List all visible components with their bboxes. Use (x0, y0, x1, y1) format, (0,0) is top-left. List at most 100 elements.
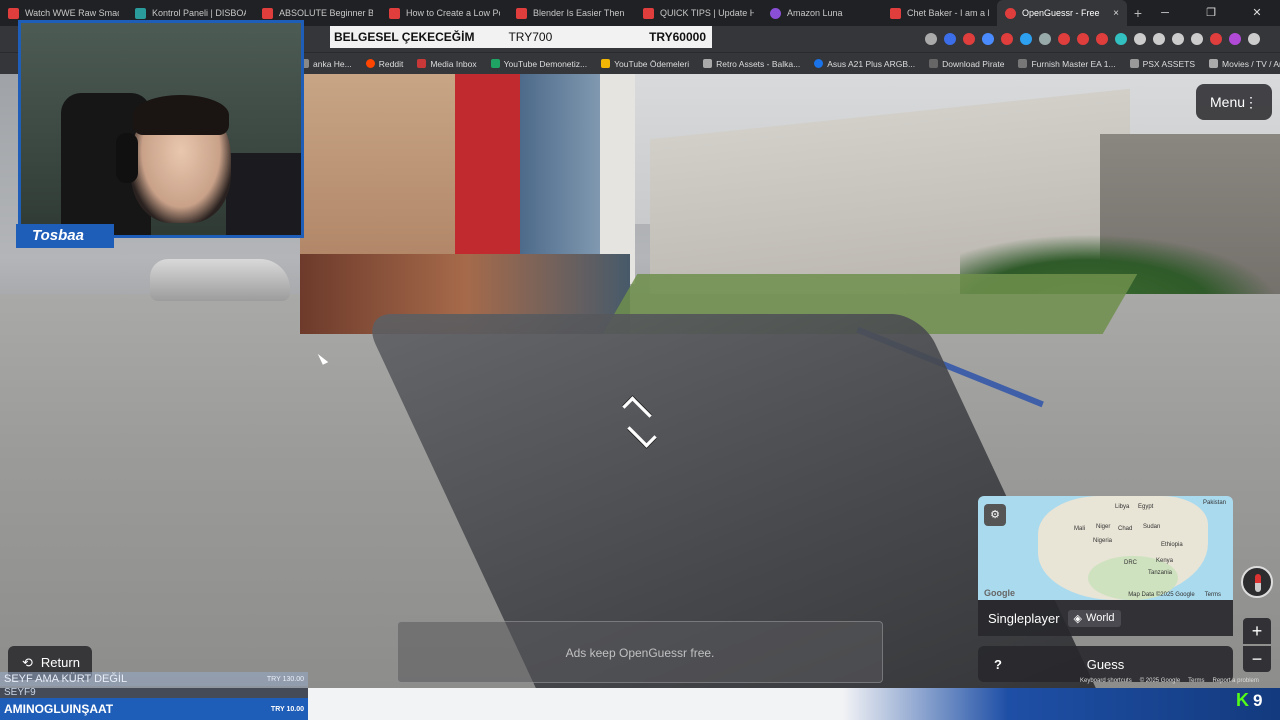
extension-icon[interactable] (982, 33, 994, 45)
extension-icon[interactable] (1153, 33, 1165, 45)
map-label: Tanzania (1148, 570, 1173, 576)
sheets-icon (490, 59, 500, 68)
region-badge[interactable]: ◈ World (1067, 609, 1121, 627)
menu-button[interactable]: Menu ⋮ (1196, 84, 1272, 120)
extension-icon[interactable] (944, 33, 956, 45)
guess-minimap[interactable]: Libya Egypt Mali Niger Chad Sudan Nigeri… (978, 496, 1233, 600)
return-icon: ⟲ (22, 655, 33, 670)
map-label: Pakistan (1203, 500, 1227, 506)
map-label: Kenya (1156, 558, 1174, 564)
extension-icon[interactable] (1210, 33, 1222, 45)
map-label: DRC (1124, 560, 1137, 566)
keyboard-shortcuts-link[interactable]: Keyboard shortcuts (1080, 678, 1132, 684)
bookmark[interactable]: Download Pirate (929, 59, 1004, 69)
reddit-icon (365, 59, 375, 68)
zoom-out-button[interactable]: − (1243, 646, 1271, 672)
bookmark[interactable]: PSX ASSETS (1129, 59, 1195, 69)
mode-label: Singleplayer (988, 610, 1060, 626)
puzzle-icon[interactable] (1134, 33, 1146, 45)
terms-link[interactable]: Terms (1188, 678, 1204, 684)
kick-viewer-count: K 9 (1236, 690, 1263, 710)
map-label: Egypt (1138, 504, 1154, 510)
youtube-icon (643, 7, 654, 19)
bookmark[interactable]: anka He... (300, 59, 352, 69)
luna-icon (770, 7, 781, 19)
bookmark[interactable]: Media Inbox (417, 59, 477, 69)
report-problem-link[interactable]: Report a problem (1213, 678, 1259, 684)
sidebar-icon[interactable] (1191, 33, 1203, 45)
browser-tab[interactable]: QUICK TIPS | Update Hand (635, 0, 762, 26)
extension-icon[interactable] (1020, 33, 1032, 45)
map-label: Sudan (1143, 524, 1161, 530)
extension-icon[interactable] (1077, 33, 1089, 45)
map-footer-links: Keyboard shortcuts © 2025 Google Terms R… (1080, 678, 1259, 684)
layers-icon: ◈ (1073, 612, 1083, 625)
bookmark[interactable]: YouTube Demonetiz... (490, 59, 587, 69)
bookmark[interactable]: Reddit (365, 59, 403, 69)
extension-icon[interactable] (925, 33, 937, 45)
kick-logo-icon: K (1236, 690, 1249, 710)
compass-icon[interactable] (1241, 566, 1273, 598)
map-terms-link[interactable]: Terms (1205, 592, 1221, 598)
minimize-button[interactable]: ─ (1142, 0, 1188, 26)
browser-tab[interactable]: Blender Is Easier Then You (508, 0, 635, 26)
play-icon (1209, 59, 1219, 68)
webcam-feed (18, 20, 304, 238)
building (600, 74, 635, 284)
guess-button[interactable]: Guess (1018, 657, 1233, 672)
extension-icon[interactable] (1096, 33, 1108, 45)
bookmark-icon (703, 59, 713, 68)
openguessr-icon (1005, 7, 1016, 19)
map-label: Nigeria (1093, 538, 1113, 544)
profile-icon[interactable] (1229, 33, 1241, 45)
extension-icon[interactable] (1001, 33, 1013, 45)
map-settings-icon[interactable]: ⚙ (984, 504, 1006, 526)
map-label: Libya (1115, 504, 1130, 510)
browser-tab[interactable]: How to Create a Low Poly (381, 0, 508, 26)
browser-tab-active[interactable]: OpenGuessr - Free × (997, 0, 1127, 26)
bookmark-icon (929, 59, 939, 68)
stream-footer-strip (308, 688, 1280, 720)
donation-goal-ticker: BELGESEL ÇEKECEĞİM TRY700 TRY60000 (330, 26, 712, 48)
youtube-icon (8, 7, 19, 19)
donation-item: SEYF AMA KÜRT DEĞİL TRY 130.00 (0, 672, 308, 686)
donation-item: AMINOGLUINŞAAT TRY 10.00 (0, 698, 308, 720)
extension-icon[interactable] (1039, 33, 1051, 45)
donation-item: SEYF9 (0, 686, 308, 698)
bookmark[interactable]: YouTube Ödemeleri (601, 59, 689, 69)
adsense-icon (601, 59, 611, 68)
youtube-icon (890, 7, 901, 19)
music-icon[interactable] (1172, 33, 1184, 45)
map-label: Mali (1074, 526, 1086, 532)
bookmark[interactable]: Retro Assets - Balka... (703, 59, 800, 69)
extensions-toolbar (925, 30, 1260, 48)
extension-icon[interactable] (1115, 33, 1127, 45)
ad-placeholder: Ads keep OpenGuessr free. (397, 621, 883, 683)
folder-icon (1129, 59, 1139, 68)
guess-bar: ? Guess (978, 646, 1233, 682)
bookmark[interactable]: Furnish Master EA 1... (1018, 59, 1116, 69)
map-label: Ethiopia (1161, 542, 1183, 548)
youtube-icon (389, 7, 400, 19)
bookmark-icon (1018, 59, 1028, 68)
youtube-icon (516, 7, 527, 19)
goal-current: TRY700 (508, 30, 553, 44)
kebab-menu-icon[interactable] (1248, 33, 1260, 45)
extension-icon[interactable] (1058, 33, 1070, 45)
gmail-icon (417, 59, 427, 68)
maximize-button[interactable]: ❐ (1188, 0, 1234, 26)
window-controls: ─ ❐ ✕ (1142, 0, 1280, 26)
close-window-button[interactable]: ✕ (1234, 0, 1280, 26)
extension-icon[interactable] (963, 33, 975, 45)
browser-tab[interactable]: Chet Baker - I am a Fo (882, 0, 997, 26)
game-mode-bar: Singleplayer ◈ World (978, 600, 1233, 636)
bookmark[interactable]: Asus A21 Plus ARGB... (814, 59, 915, 69)
browser-tab[interactable]: Amazon Luna (762, 0, 882, 26)
help-button[interactable]: ? (978, 657, 1018, 672)
close-tab-icon[interactable]: × (1113, 8, 1119, 19)
building (455, 74, 525, 284)
zoom-in-button[interactable]: + (1243, 618, 1271, 644)
goal-label: BELGESEL ÇEKECEĞİM (334, 30, 475, 44)
bookmark[interactable]: Movies / TV / Anim... (1209, 59, 1280, 69)
donation-feed: SEYF AMA KÜRT DEĞİL TRY 130.00 SEYF9 AMIN… (0, 672, 308, 720)
